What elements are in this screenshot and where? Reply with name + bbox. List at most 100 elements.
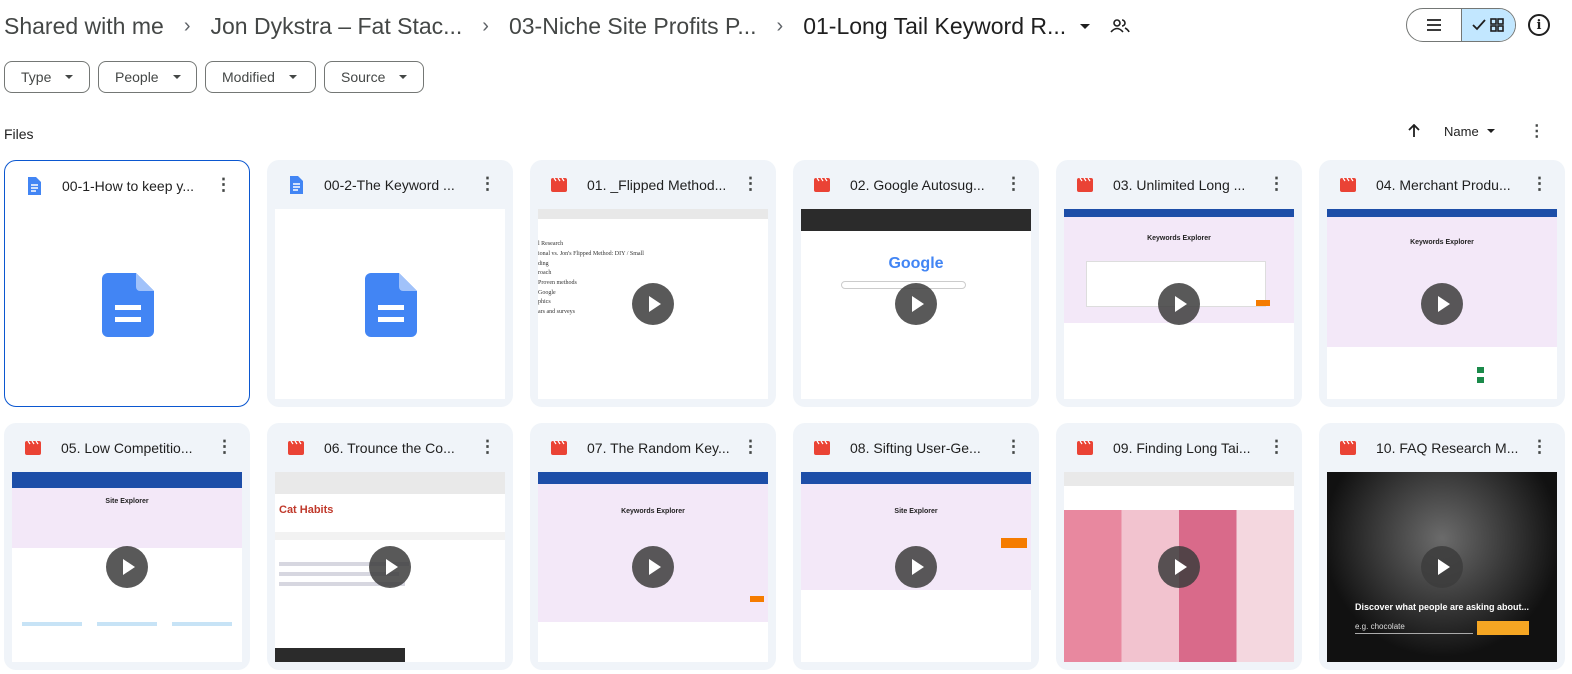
more-actions-icon[interactable]: ⋮ <box>1268 174 1285 194</box>
browser-bar <box>801 209 1031 231</box>
file-card[interactable]: 00-1-How to keep y... ⋮ <box>4 160 250 407</box>
file-card[interactable]: 04. Merchant Produ... ⋮ Keywords Explore… <box>1319 160 1565 407</box>
folder-menu-dropdown-icon[interactable] <box>1080 23 1091 29</box>
files-section-label: Files <box>4 126 34 142</box>
slide-text-line: l Research <box>538 241 564 247</box>
file-card[interactable]: 06. Trounce the Co... ⋮ Cat Habits <box>267 423 513 670</box>
filter-people[interactable]: People <box>98 61 197 93</box>
stats-panel <box>801 590 1031 662</box>
filter-source[interactable]: Source <box>324 61 424 93</box>
chevron-right-icon: › <box>776 14 784 37</box>
more-actions-icon[interactable]: ⋮ <box>479 174 496 194</box>
more-actions-icon[interactable]: ⋮ <box>742 174 759 194</box>
filter-type[interactable]: Type <box>4 61 90 93</box>
dropdown-arrow-icon <box>288 75 297 79</box>
card-header: 08. Sifting User-Ge... <box>793 423 1039 473</box>
card-header: 01. _Flipped Method... <box>530 160 776 210</box>
faq-caption: Discover what people are asking about... <box>1354 602 1530 612</box>
video-thumbnail: Cat Habits <box>275 472 505 662</box>
slide-text-line: Proven methods <box>538 280 577 286</box>
breadcrumb-folder-1[interactable]: Jon Dykstra – Fat Stac... <box>210 13 462 40</box>
sort-bar: Name ⋮ <box>1408 120 1545 142</box>
breadcrumb-current-folder[interactable]: 01-Long Tail Keyword R... <box>803 13 1066 40</box>
play-icon[interactable] <box>895 546 937 588</box>
file-name: 03. Unlimited Long ... <box>1113 177 1246 193</box>
video-icon <box>814 440 830 455</box>
more-options-icon[interactable]: ⋮ <box>1529 121 1545 141</box>
file-card[interactable]: 08. Sifting User-Ge... ⋮ Site Explorer <box>793 423 1039 670</box>
filter-modified[interactable]: Modified <box>205 61 316 93</box>
grid-view-button[interactable] <box>1460 9 1515 41</box>
keywords-explorer-title: Keywords Explorer <box>1147 235 1211 242</box>
play-icon[interactable] <box>895 283 937 325</box>
view-toggle <box>1406 8 1516 42</box>
slide-text-line: Google <box>538 290 556 296</box>
video-thumbnail: Discover what people are asking about...… <box>1327 472 1557 662</box>
file-card[interactable]: 09. Finding Long Tai... ⋮ <box>1056 423 1302 670</box>
faq-search-button <box>1477 621 1529 635</box>
filter-label: Type <box>21 69 52 85</box>
file-thumbnail <box>275 209 505 399</box>
play-icon[interactable] <box>1421 283 1463 325</box>
docs-large-icon <box>102 273 154 337</box>
file-card[interactable]: 03. Unlimited Long ... ⋮ Keywords Explor… <box>1056 160 1302 407</box>
filter-label: People <box>115 69 159 85</box>
play-icon[interactable] <box>106 546 148 588</box>
docs-icon <box>290 176 303 194</box>
chart-strip <box>172 622 232 626</box>
more-actions-icon[interactable]: ⋮ <box>215 175 232 195</box>
file-card[interactable]: 02. Google Autosug... ⋮ Google <box>793 160 1039 407</box>
more-actions-icon[interactable]: ⋮ <box>1268 437 1285 457</box>
more-actions-icon[interactable]: ⋮ <box>1005 437 1022 457</box>
file-card[interactable]: 00-2-The Keyword ... ⋮ <box>267 160 513 407</box>
play-icon[interactable] <box>1421 546 1463 588</box>
kd-badge <box>1477 367 1484 373</box>
list-view-button[interactable] <box>1407 9 1461 41</box>
video-thumbnail: l Research ional vs. Jon's Flipped Metho… <box>538 209 768 399</box>
file-name: 05. Low Competitio... <box>61 440 193 456</box>
dropdown-arrow-icon <box>65 75 74 79</box>
chevron-right-icon: › <box>183 14 191 37</box>
info-icon[interactable]: i <box>1528 14 1550 36</box>
file-card[interactable]: 05. Low Competitio... ⋮ Site Explorer <box>4 423 250 670</box>
file-name: 08. Sifting User-Ge... <box>850 440 981 456</box>
slide-text-line: phics <box>538 299 551 305</box>
video-thumbnail: Site Explorer <box>12 472 242 662</box>
more-actions-icon[interactable]: ⋮ <box>216 437 233 457</box>
search-button <box>750 596 764 602</box>
play-icon[interactable] <box>632 283 674 325</box>
shared-people-icon[interactable] <box>1110 18 1130 34</box>
breadcrumb-folder-2[interactable]: 03-Niche Site Profits P... <box>509 13 757 40</box>
play-icon[interactable] <box>1158 283 1200 325</box>
more-actions-icon[interactable]: ⋮ <box>479 437 496 457</box>
breadcrumb-shared-with-me[interactable]: Shared with me <box>4 13 164 40</box>
video-icon <box>1077 177 1093 192</box>
more-actions-icon[interactable]: ⋮ <box>1531 437 1548 457</box>
faq-search-field: e.g. chocolate <box>1355 622 1473 634</box>
video-icon <box>814 177 830 192</box>
chart-strip <box>22 622 82 626</box>
sort-by-name-button[interactable]: Name <box>1444 124 1479 139</box>
file-card[interactable]: 10. FAQ Research M... ⋮ Discover what pe… <box>1319 423 1565 670</box>
more-actions-icon[interactable]: ⋮ <box>1531 174 1548 194</box>
docs-large-icon <box>365 273 417 337</box>
file-name: 00-2-The Keyword ... <box>324 177 455 193</box>
play-icon[interactable] <box>632 546 674 588</box>
file-card[interactable]: 07. The Random Key... ⋮ Keywords Explore… <box>530 423 776 670</box>
play-icon[interactable] <box>1158 546 1200 588</box>
more-actions-icon[interactable]: ⋮ <box>1005 174 1022 194</box>
file-card[interactable]: 01. _Flipped Method... ⋮ l Research iona… <box>530 160 776 407</box>
card-header: 09. Finding Long Tai... <box>1056 423 1302 473</box>
card-header: 10. FAQ Research M... <box>1319 423 1565 473</box>
play-icon[interactable] <box>369 546 411 588</box>
search-button <box>1256 300 1270 306</box>
video-thumbnail: Keywords Explorer <box>1064 209 1294 399</box>
dropdown-arrow-icon[interactable] <box>1486 129 1495 133</box>
browser-bar <box>1064 472 1294 486</box>
sort-direction-arrow-icon[interactable] <box>1408 124 1420 138</box>
site-menu <box>275 532 505 540</box>
hero-panel <box>12 488 242 548</box>
file-name: 07. The Random Key... <box>587 440 730 456</box>
more-actions-icon[interactable]: ⋮ <box>742 437 759 457</box>
file-thumbnail <box>12 209 242 399</box>
